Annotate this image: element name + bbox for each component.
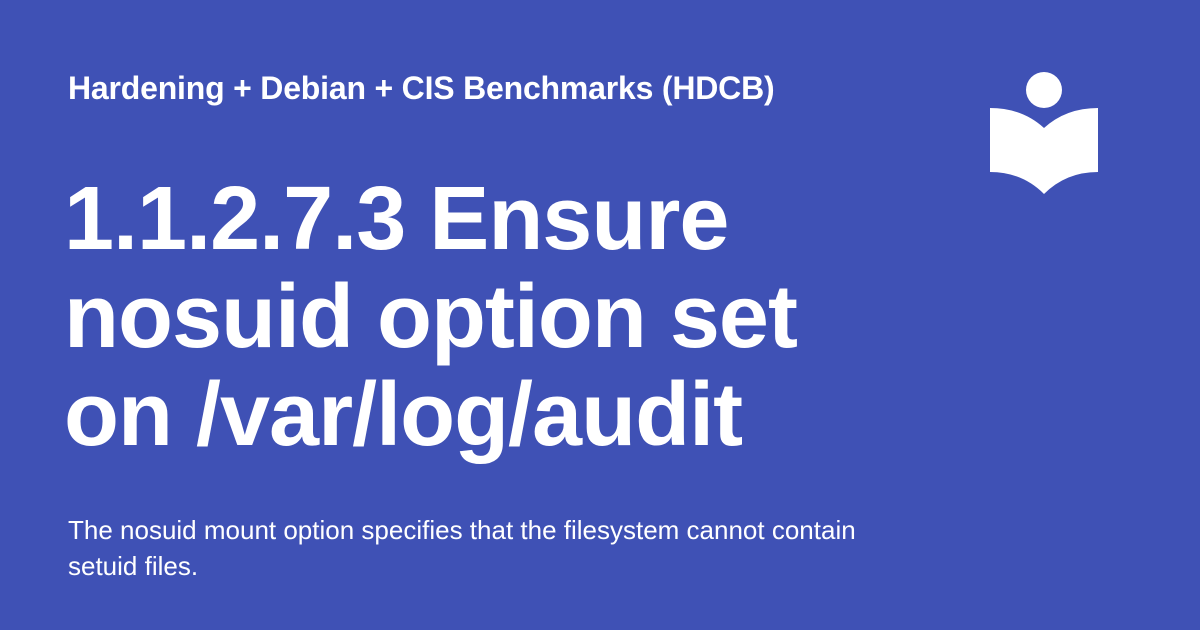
page-description: The nosuid mount option specifies that t… [68, 515, 856, 581]
book-reader-icon [990, 72, 1098, 194]
page-title: 1.1.2.7.3 Ensure nosuid option set on /v… [64, 169, 798, 465]
site-name: Hardening + Debian + CIS Benchmarks (HDC… [68, 70, 775, 106]
